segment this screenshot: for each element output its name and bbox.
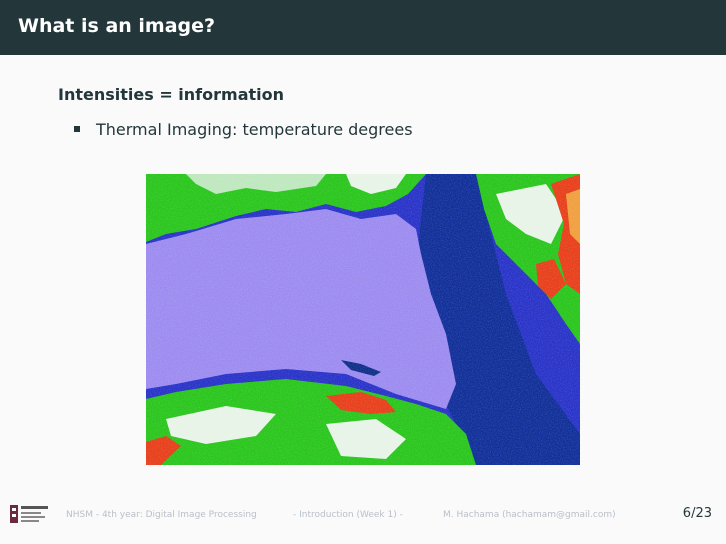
title-bar: What is an image?: [0, 0, 726, 55]
speckle-overlay: [146, 174, 580, 465]
slide-title: What is an image?: [18, 15, 216, 37]
bullet-item: Thermal Imaging: temperature degrees: [74, 120, 413, 139]
square-bullet-icon: [74, 125, 80, 132]
page-number: 6/23: [682, 506, 712, 521]
footer-author: M. Hachama (hachamam@gmail.com): [443, 510, 616, 520]
bullet-text: Thermal Imaging: temperature degrees: [96, 120, 413, 139]
section-heading: Intensities = information: [58, 85, 284, 104]
institution-logo-icon: [10, 505, 48, 523]
footer-course: NHSM - 4th year: Digital Image Processin…: [66, 510, 257, 520]
thermal-image: [146, 174, 580, 465]
footer-section: - Introduction (Week 1) -: [293, 510, 403, 520]
slide-footer: NHSM - 4th year: Digital Image Processin…: [0, 500, 726, 530]
